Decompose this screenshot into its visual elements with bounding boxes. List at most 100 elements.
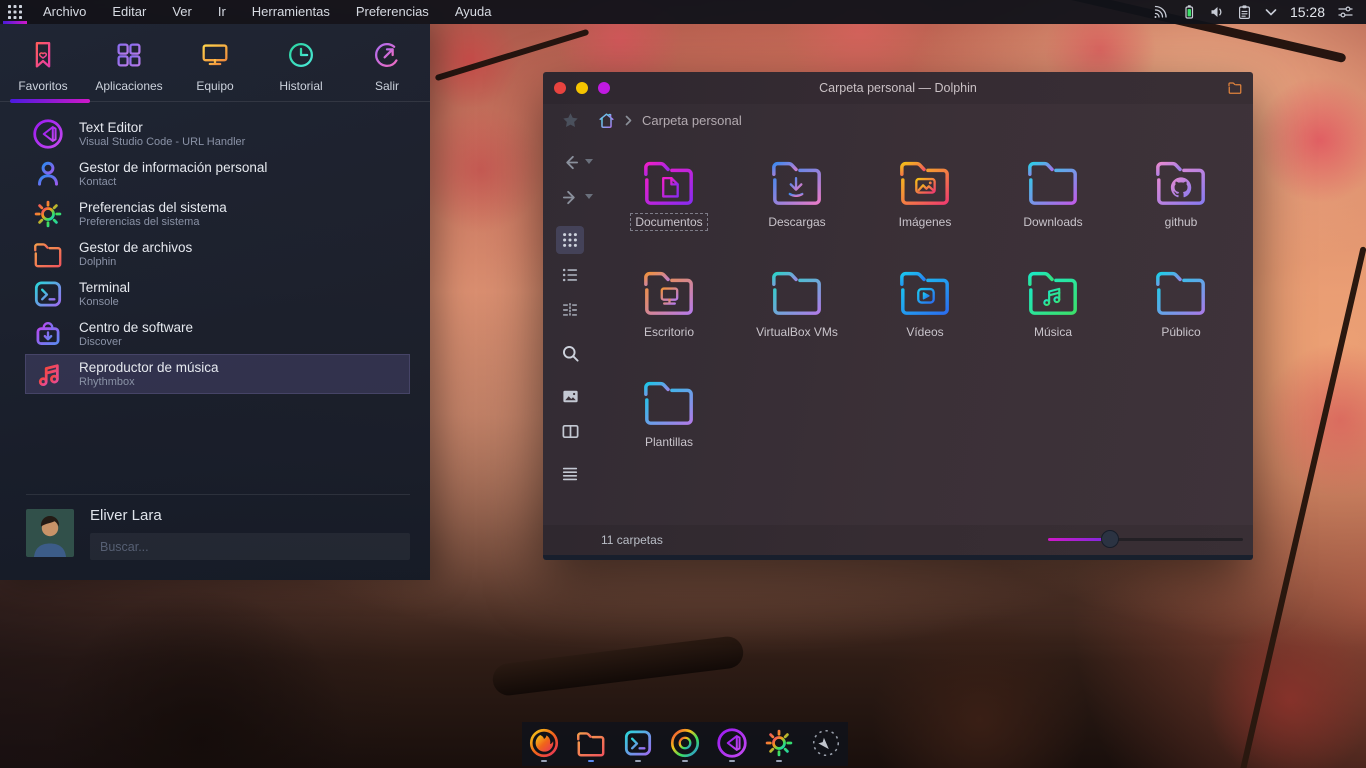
bookmark-heart-icon xyxy=(26,38,60,72)
dock-latte[interactable] xyxy=(808,724,844,764)
details-view-icon xyxy=(561,301,579,319)
list-view-icon xyxy=(561,266,579,284)
search-button[interactable] xyxy=(556,339,584,367)
dock-konsole[interactable] xyxy=(620,724,656,764)
icons-view-button[interactable] xyxy=(556,226,584,254)
dock-file-manager[interactable] xyxy=(573,724,609,764)
app-row-discover[interactable]: Centro de software Discover xyxy=(25,314,410,354)
terminal-icon xyxy=(621,726,655,760)
user-area: Eliver Lara xyxy=(0,494,430,580)
folder-icon xyxy=(31,237,65,271)
app-row-kontact[interactable]: Gestor de información personal Kontact xyxy=(25,154,410,194)
status-text: 11 carpetas xyxy=(601,533,663,547)
menu-button[interactable] xyxy=(556,460,584,488)
tab-favoritos[interactable]: Favoritos xyxy=(0,38,86,101)
clock[interactable]: 15:28 xyxy=(1290,4,1325,20)
split-view-button[interactable] xyxy=(556,417,584,445)
app-title: Preferencias del sistema xyxy=(79,200,227,216)
folder-label: github xyxy=(1160,213,1203,231)
tab-historial[interactable]: Historial xyxy=(258,38,344,101)
app-row-konsole[interactable]: Terminal Konsole xyxy=(25,274,410,314)
terminal-icon xyxy=(31,277,65,311)
folder-documents-icon xyxy=(638,154,700,208)
person-icon xyxy=(31,157,65,191)
dropdown-caret-icon[interactable] xyxy=(585,159,593,164)
folder-label: Vídeos xyxy=(901,323,948,341)
menu-herramientas[interactable]: Herramientas xyxy=(239,0,343,24)
app-row-text-editor[interactable]: Text Editor Visual Studio Code - URL Han… xyxy=(25,114,410,154)
menu-ir[interactable]: Ir xyxy=(205,0,239,24)
favorite-star-icon[interactable] xyxy=(562,112,579,129)
folder-virtualbox[interactable]: VirtualBox VMs xyxy=(733,256,861,366)
menu-archivo[interactable]: Archivo xyxy=(30,0,99,24)
firefox-icon xyxy=(527,726,561,760)
window-title: Carpeta personal — Dolphin xyxy=(543,81,1253,95)
clipboard-icon[interactable] xyxy=(1237,4,1252,20)
app-row-rhythmbox[interactable]: Reproductor de música Rhythmbox xyxy=(25,354,410,394)
folder-desktop-icon xyxy=(638,264,700,318)
folder-documentos[interactable]: Documentos xyxy=(605,146,733,256)
forward-button[interactable] xyxy=(556,183,584,211)
folder-downloads[interactable]: Downloads xyxy=(989,146,1117,256)
network-icon[interactable] xyxy=(1152,4,1169,20)
dropdown-caret-icon[interactable] xyxy=(585,194,593,199)
menu-ayuda[interactable]: Ayuda xyxy=(442,0,505,24)
folder-videos[interactable]: Vídeos xyxy=(861,256,989,366)
folder-musica[interactable]: Música xyxy=(989,256,1117,366)
folder-github[interactable]: github xyxy=(1117,146,1245,256)
dock-vscode[interactable] xyxy=(714,724,750,764)
list-view-button[interactable] xyxy=(556,261,584,289)
vscode-icon xyxy=(715,726,749,760)
folder-plantillas[interactable]: Plantillas xyxy=(605,366,733,476)
preview-button[interactable] xyxy=(556,382,584,410)
folder-escritorio[interactable]: Escritorio xyxy=(605,256,733,366)
app-row-dolphin[interactable]: Gestor de archivos Dolphin xyxy=(25,234,410,274)
dock-system-settings[interactable] xyxy=(761,724,797,764)
running-indicator xyxy=(776,760,782,762)
dock-chromium[interactable] xyxy=(667,724,703,764)
tab-salir[interactable]: Salir xyxy=(344,38,430,101)
menu-editar[interactable]: Editar xyxy=(99,0,159,24)
running-indicator xyxy=(682,760,688,762)
app-title: Centro de software xyxy=(79,320,193,336)
back-button[interactable] xyxy=(556,148,584,176)
folder-imagenes[interactable]: Imágenes xyxy=(861,146,989,256)
menu-preferencias[interactable]: Preferencias xyxy=(343,0,442,24)
slider-handle[interactable] xyxy=(1101,530,1119,548)
avatar-image xyxy=(26,509,74,557)
application-launcher-panel: Favoritos Aplicaciones Equipo xyxy=(0,24,430,580)
vscode-icon xyxy=(31,117,65,151)
running-indicator xyxy=(588,760,594,762)
desktop: Archivo Editar Ver Ir Herramientas Prefe… xyxy=(0,0,1366,768)
search-input[interactable] xyxy=(90,533,410,560)
battery-icon[interactable] xyxy=(1181,4,1197,20)
folder-descargas[interactable]: Descargas xyxy=(733,146,861,256)
leave-icon xyxy=(370,38,404,72)
system-tray: 15:28 xyxy=(1152,4,1366,20)
app-launcher-button[interactable] xyxy=(0,0,30,24)
app-row-system-settings[interactable]: Preferencias del sistema Preferencias de… xyxy=(25,194,410,234)
dock-firefox[interactable] xyxy=(526,724,562,764)
breadcrumb[interactable]: Carpeta personal xyxy=(597,111,742,130)
tab-aplicaciones[interactable]: Aplicaciones xyxy=(86,38,172,101)
gear-icon xyxy=(31,197,65,231)
app-subtitle: Rhythmbox xyxy=(79,376,219,388)
avatar[interactable] xyxy=(26,509,74,557)
zoom-slider[interactable] xyxy=(1048,538,1243,542)
folder-publico[interactable]: Público xyxy=(1117,256,1245,366)
dock xyxy=(522,722,848,766)
sliders-icon[interactable] xyxy=(1337,4,1354,20)
volume-icon[interactable] xyxy=(1209,4,1225,20)
chevron-down-icon[interactable] xyxy=(1264,5,1278,19)
tab-label: Equipo xyxy=(196,79,233,93)
details-view-button[interactable] xyxy=(556,296,584,324)
tab-equipo[interactable]: Equipo xyxy=(172,38,258,101)
folder-label: Música xyxy=(1029,323,1077,341)
tab-label: Favoritos xyxy=(18,79,67,93)
titlebar[interactable]: Carpeta personal — Dolphin xyxy=(543,72,1253,104)
folder-icon xyxy=(766,264,828,318)
image-preview-icon xyxy=(561,387,580,406)
menu-ver[interactable]: Ver xyxy=(159,0,205,24)
music-note-icon xyxy=(31,357,65,391)
app-grid-icon xyxy=(112,38,146,72)
